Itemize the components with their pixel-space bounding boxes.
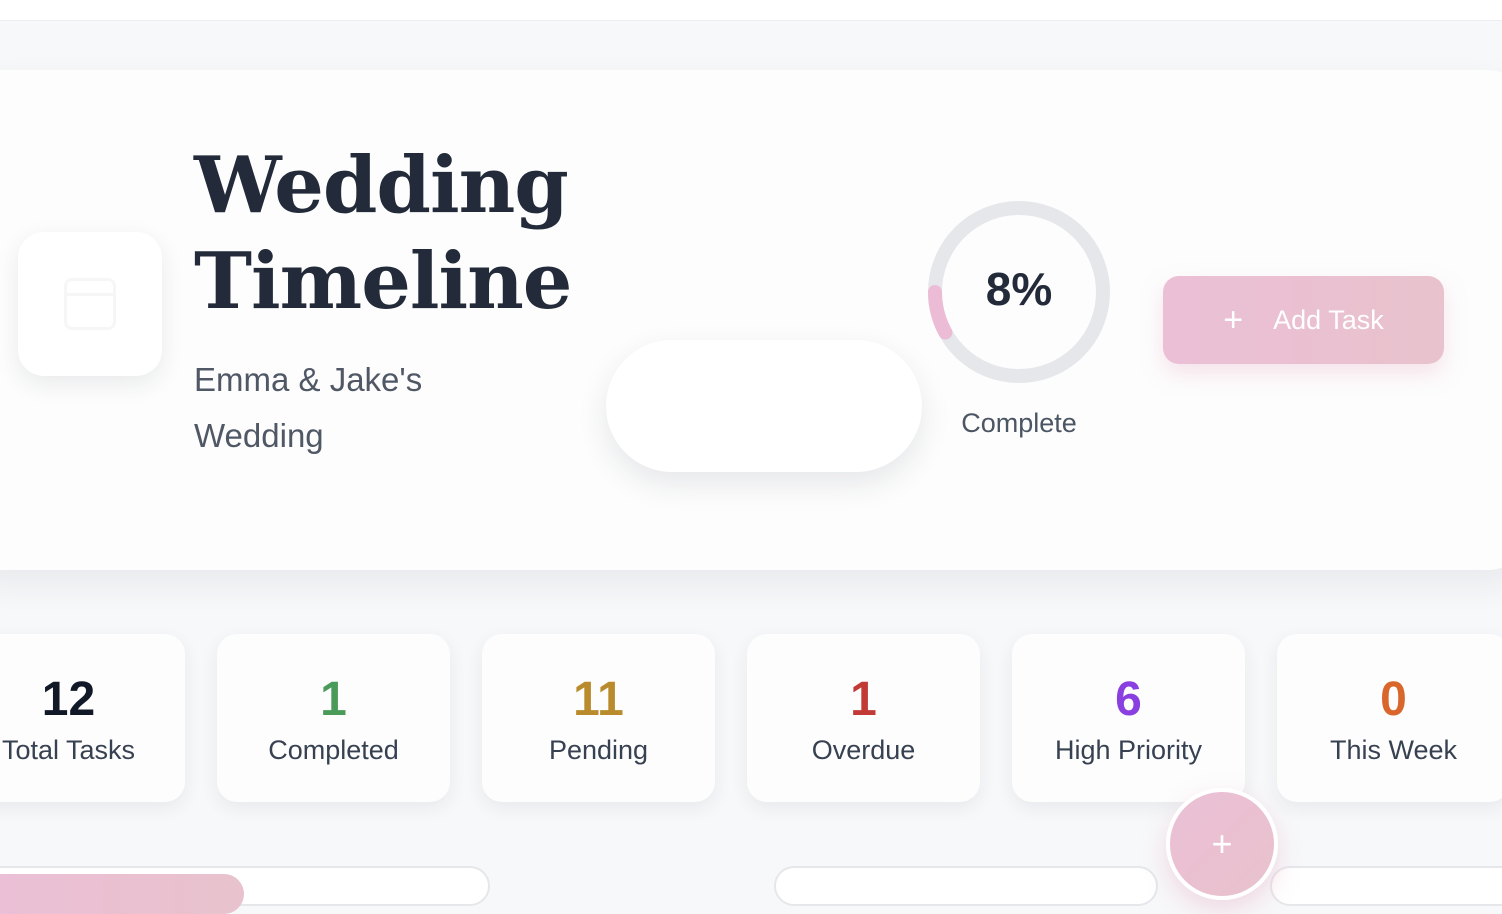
- stat-card-overdue: 1 Overdue: [747, 634, 980, 802]
- stat-label: High Priority: [1054, 735, 1203, 765]
- plus-icon: +: [1211, 823, 1233, 864]
- add-task-button[interactable]: + Add Task: [1163, 276, 1444, 364]
- stat-card-pending: 11 Pending: [482, 634, 715, 802]
- stat-card-this-week: 0 This Week: [1277, 634, 1502, 802]
- stat-label: Pending: [548, 735, 649, 765]
- stat-card-total-tasks: 12 Total Tasks: [0, 634, 185, 802]
- stat-value: 6: [1115, 673, 1142, 726]
- stat-value: 0: [1380, 673, 1407, 726]
- stat-label: Total Tasks: [1, 735, 136, 765]
- calendar-glyph: [64, 278, 116, 330]
- sort-select[interactable]: [1270, 866, 1502, 906]
- stat-label: This Week: [1329, 735, 1458, 765]
- add-task-label: Add Task: [1273, 304, 1384, 335]
- stat-card-completed: 1 Completed: [217, 634, 450, 802]
- stat-label: Completed: [268, 735, 399, 765]
- calendar-icon: [18, 232, 162, 376]
- stat-value: 12: [41, 673, 96, 726]
- stat-card-high-priority: 6 High Priority: [1012, 634, 1245, 802]
- floating-add-button[interactable]: +: [1166, 788, 1278, 900]
- page-title: Wedding Timeline: [194, 140, 572, 327]
- filter-tabs[interactable]: [0, 866, 490, 914]
- active-filter-tab[interactable]: [0, 874, 244, 914]
- stat-label: Overdue: [811, 735, 916, 765]
- progress-label: Complete: [961, 408, 1077, 438]
- stat-value: 11: [573, 673, 624, 726]
- countdown-pill: [606, 340, 922, 472]
- progress-percent: 8%: [985, 263, 1053, 315]
- top-bar: [0, 0, 1502, 21]
- stat-value: 1: [850, 673, 877, 726]
- search-input[interactable]: [774, 866, 1158, 906]
- stat-value: 1: [320, 673, 347, 726]
- wedding-subtitle: Emma & Jake's Wedding: [194, 361, 423, 454]
- plus-icon: +: [1223, 301, 1244, 339]
